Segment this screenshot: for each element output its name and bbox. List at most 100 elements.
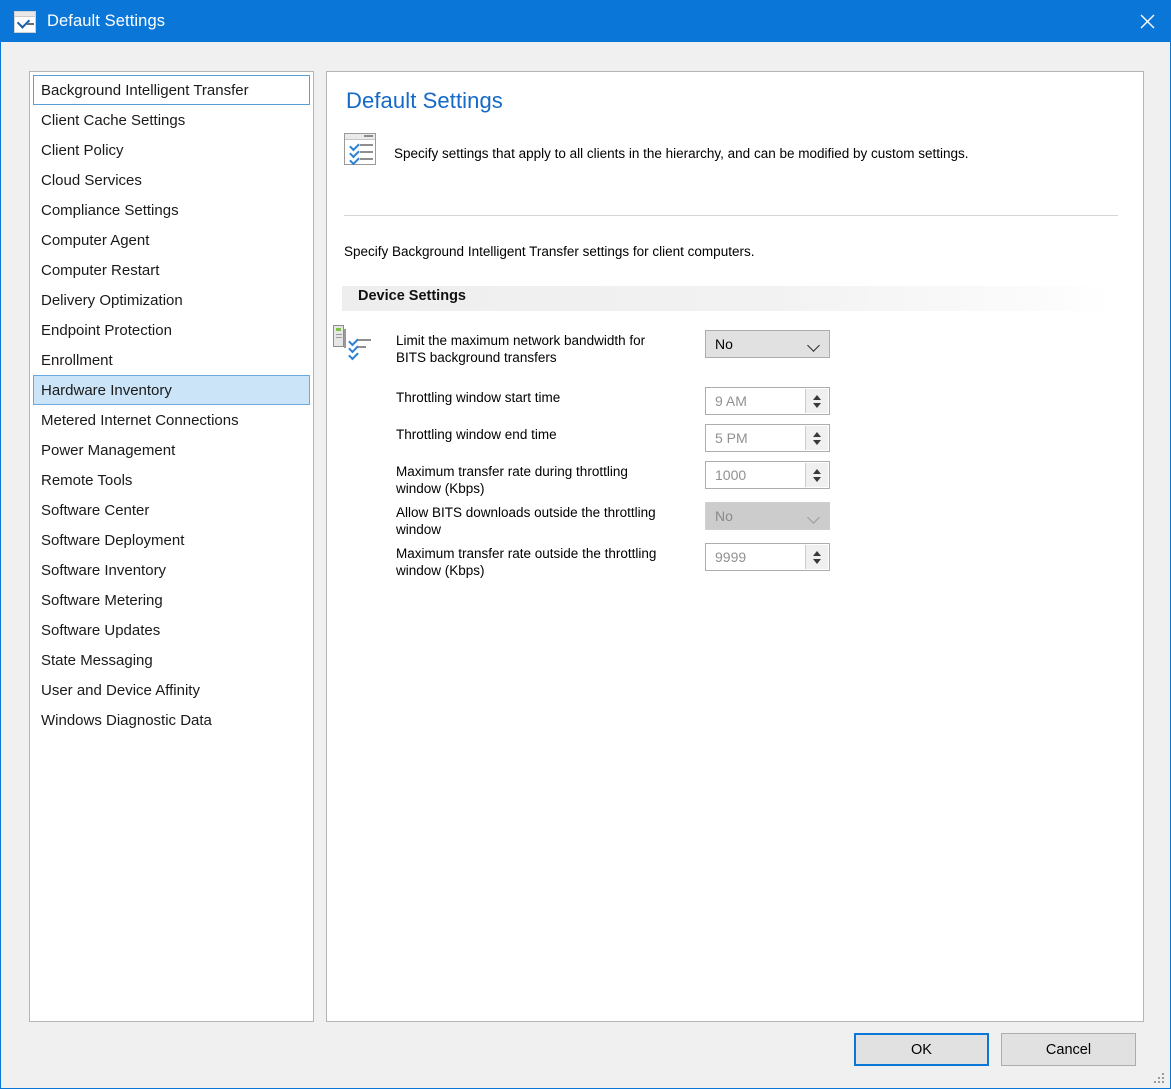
sidebar-item[interactable]: Windows Diagnostic Data	[33, 705, 310, 735]
sidebar-item-label: Hardware Inventory	[41, 382, 172, 399]
sidebar-item-label: Remote Tools	[41, 472, 133, 489]
spinner-down-icon	[813, 476, 821, 482]
sidebar-item[interactable]: Computer Restart	[33, 255, 310, 285]
sidebar-item[interactable]: Delivery Optimization	[33, 285, 310, 315]
sidebar-item[interactable]: Computer Agent	[33, 225, 310, 255]
setting-combobox-value: No	[715, 508, 733, 524]
sidebar-item[interactable]: Endpoint Protection	[33, 315, 310, 345]
chevron-down-icon	[807, 511, 820, 524]
spinner-up-icon	[813, 468, 821, 474]
setting-row: Maximum transfer rate outside the thrott…	[344, 543, 1129, 579]
sidebar-item[interactable]: State Messaging	[33, 645, 310, 675]
spinner-buttons	[805, 545, 828, 569]
sidebar-item[interactable]: Software Deployment	[33, 525, 310, 555]
setting-row: Allow BITS downloads outside the throttl…	[344, 502, 1129, 538]
sidebar-item-label: Client Policy	[41, 142, 124, 159]
spinner-up-icon	[813, 394, 821, 400]
setting-combobox-value: No	[715, 336, 733, 352]
sidebar-item-label: Metered Internet Connections	[41, 412, 239, 429]
spinner-down-icon	[813, 402, 821, 408]
checklist-computer-icon	[333, 325, 371, 361]
sidebar-item[interactable]: Hardware Inventory	[33, 375, 310, 405]
divider	[344, 215, 1118, 216]
panel-description: Specify Background Intelligent Transfer …	[344, 244, 755, 259]
checklist-document-icon	[344, 133, 376, 166]
setting-row-control: No	[705, 330, 830, 358]
cancel-button[interactable]: Cancel	[1001, 1033, 1136, 1066]
setting-spinner: 9 AM	[705, 387, 830, 415]
setting-spinner-value: 9999	[715, 549, 747, 565]
sidebar-item[interactable]: Remote Tools	[33, 465, 310, 495]
sidebar-item[interactable]: Background Intelligent Transfer	[33, 75, 310, 105]
setting-row-control: 9 AM	[705, 387, 830, 415]
sidebar-item[interactable]: Cloud Services	[33, 165, 310, 195]
settings-category-list[interactable]: Background Intelligent Transfer Client Ca…	[29, 71, 314, 1022]
sidebar-item[interactable]: Metered Internet Connections	[33, 405, 310, 435]
sidebar-item[interactable]: Client Cache Settings	[33, 105, 310, 135]
sidebar-item-label: Delivery Optimization	[41, 292, 183, 309]
spinner-buttons	[805, 389, 828, 413]
spinner-down-icon	[813, 558, 821, 564]
page-title: Default Settings	[346, 88, 503, 113]
settings-dialog-window: Default Settings Background Intelligent …	[0, 0, 1171, 1089]
sidebar-item[interactable]: Software Updates	[33, 615, 310, 645]
sidebar-item-label: Software Updates	[41, 622, 161, 639]
sidebar-item[interactable]: User and Device Affinity	[33, 675, 310, 705]
sidebar-item-label: Windows Diagnostic Data	[41, 712, 212, 729]
cancel-button-label: Cancel	[1045, 1041, 1092, 1058]
setting-row-control: 1000	[705, 461, 830, 489]
sidebar-item-label: Endpoint Protection	[41, 322, 172, 339]
checklist-window-icon	[14, 10, 36, 33]
setting-row-label: Allow BITS downloads outside the throttl…	[396, 505, 656, 537]
sidebar-item[interactable]: Enrollment	[33, 345, 310, 375]
spinner-buttons	[805, 463, 828, 487]
settings-detail-panel: Default Settings Specify settings that a…	[326, 71, 1144, 1022]
sidebar-item[interactable]: Client Policy	[33, 135, 310, 165]
resize-grip-icon[interactable]	[1154, 1073, 1166, 1085]
setting-row: Throttling window end time 5 PM	[344, 424, 1129, 452]
sidebar-item-label: Computer Restart	[41, 262, 160, 279]
sidebar-item-label: State Messaging	[41, 652, 153, 669]
setting-row-label: Throttling window start time	[396, 390, 561, 405]
setting-row: Limit the maximum network bandwidth for …	[333, 325, 1129, 366]
sidebar-item-label: Power Management	[41, 442, 176, 459]
setting-spinner: 5 PM	[705, 424, 830, 452]
setting-spinner-value: 5 PM	[715, 430, 748, 446]
setting-row-control: 5 PM	[705, 424, 830, 452]
spinner-down-icon	[813, 439, 821, 445]
sidebar-item-label: User and Device Affinity	[41, 682, 200, 699]
sidebar-item-label: Background Intelligent Transfer	[41, 82, 249, 99]
setting-row-label: Maximum transfer rate outside the thrott…	[396, 546, 657, 578]
setting-spinner-value: 9 AM	[715, 393, 747, 409]
setting-row-control: No	[705, 502, 830, 530]
sidebar-item-label: Software Metering	[41, 592, 163, 609]
setting-spinner: 9999	[705, 543, 830, 571]
sidebar-item[interactable]: Power Management	[33, 435, 310, 465]
sidebar-item-label: Compliance Settings	[41, 202, 179, 219]
chevron-down-icon	[807, 339, 820, 352]
setting-spinner: 1000	[705, 461, 830, 489]
window-title: Default Settings	[47, 12, 166, 30]
spinner-buttons	[805, 426, 828, 450]
panel-intro-text: Specify settings that apply to all clien…	[394, 146, 969, 161]
spinner-up-icon	[813, 431, 821, 437]
sidebar-item[interactable]: Compliance Settings	[33, 195, 310, 225]
ok-button-label: OK	[911, 1041, 932, 1058]
setting-row-label: Maximum transfer rate during throttling …	[396, 464, 628, 496]
setting-spinner-value: 1000	[715, 467, 747, 483]
title-bar: Default Settings	[1, 1, 1170, 42]
setting-combobox: No	[705, 502, 830, 530]
spinner-up-icon	[813, 550, 821, 556]
sidebar-item[interactable]: Software Center	[33, 495, 310, 525]
setting-row: Throttling window start time 9 AM	[344, 387, 1129, 415]
sidebar-item[interactable]: Software Inventory	[33, 555, 310, 585]
setting-row: Maximum transfer rate during throttling …	[344, 461, 1129, 497]
sidebar-item-label: Software Deployment	[41, 532, 185, 549]
close-icon[interactable]	[1124, 1, 1170, 42]
ok-button[interactable]: OK	[854, 1033, 989, 1066]
sidebar-item-label: Software Center	[41, 502, 150, 519]
setting-row-icon-slot	[333, 325, 396, 361]
sidebar-item[interactable]: Software Metering	[33, 585, 310, 615]
setting-row-label: Throttling window end time	[396, 427, 557, 442]
setting-combobox[interactable]: No	[705, 330, 830, 358]
